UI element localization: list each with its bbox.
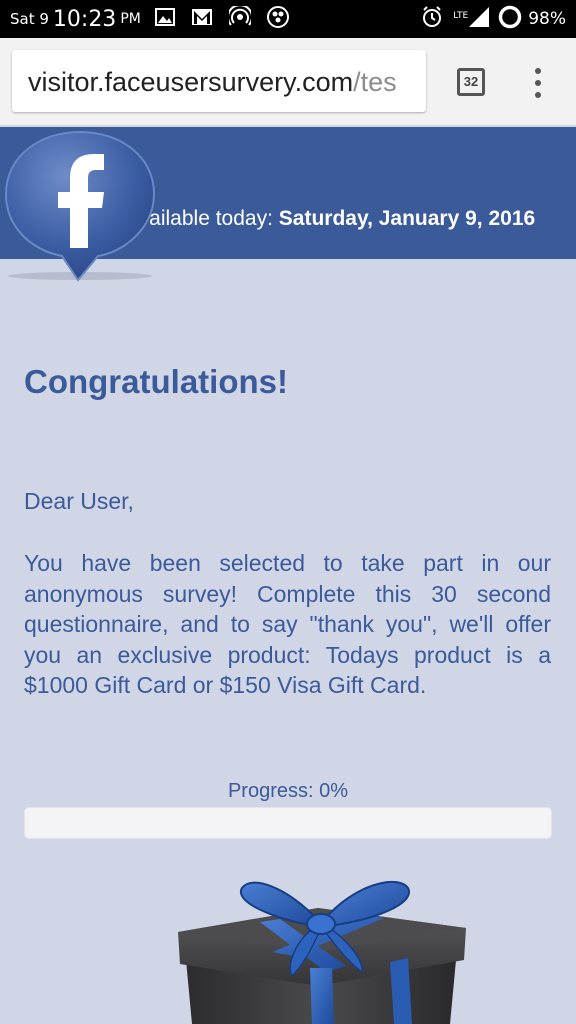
url-host: visitor.faceusersurvery.com [28, 67, 354, 97]
status-bar: Sat 9 10:23 PM LTE 98% [0, 0, 576, 38]
gift-box-icon[interactable] [168, 868, 474, 1024]
battery-icon [498, 5, 522, 33]
survey-message: You have been selected to take part in o… [24, 550, 551, 698]
page-title: Congratulations! [24, 363, 288, 400]
status-ampm: PM [120, 11, 141, 27]
url-path: /tes [353, 67, 397, 97]
status-time: 10:23 [52, 6, 117, 32]
progress-label: Progress: 0% [227, 780, 349, 802]
status-right: LTE 98% [421, 5, 566, 33]
facebook-logo-icon [2, 128, 158, 286]
image-icon [154, 8, 175, 30]
apps-icon [266, 6, 289, 32]
alarm-icon [421, 6, 443, 32]
hotspot-icon [226, 4, 253, 32]
overflow-menu-icon[interactable] [534, 68, 542, 98]
greeting: Dear User, [24, 488, 134, 514]
battery-percent: 98% [528, 9, 566, 29]
address-bar[interactable]: visitor.faceusersurvery.com/tes [12, 50, 426, 112]
network-type: LTE [453, 11, 469, 21]
signal-icon [468, 6, 490, 32]
tab-switcher-button[interactable]: 32 [457, 68, 485, 96]
gmail-icon [191, 8, 213, 30]
status-date: Sat 9 [10, 10, 49, 28]
browser-toolbar: visitor.faceusersurvery.com/tes 32 [0, 38, 576, 126]
progress-bar [24, 807, 552, 839]
offer-date: Saturday, January 9, 2016 [278, 207, 536, 230]
